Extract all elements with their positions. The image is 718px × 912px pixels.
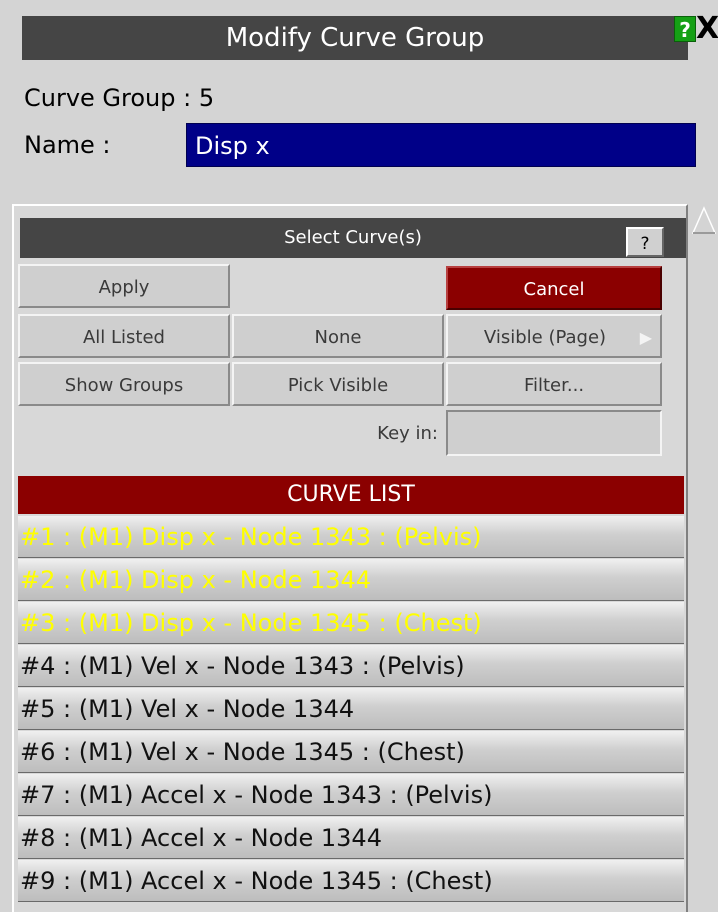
- none-button[interactable]: None: [232, 314, 444, 358]
- filter-button[interactable]: Filter...: [446, 362, 662, 406]
- name-label: Name :: [24, 131, 111, 159]
- curve-list-item[interactable]: #1 : (M1) Disp x - Node 1343 : (Pelvis): [18, 516, 684, 558]
- curve-list-item[interactable]: #7 : (M1) Accel x - Node 1343 : (Pelvis): [18, 774, 684, 816]
- window-title: Modify Curve Group: [22, 16, 688, 60]
- submenu-arrow-icon: ▶: [639, 328, 652, 347]
- visible-page-button[interactable]: Visible (Page) ▶: [446, 314, 662, 358]
- show-groups-button[interactable]: Show Groups: [18, 362, 230, 406]
- visible-page-label: Visible (Page): [483, 327, 607, 348]
- curve-group-label: Curve Group : 5: [24, 84, 215, 112]
- curve-list-item[interactable]: #2 : (M1) Disp x - Node 1344: [18, 559, 684, 601]
- curve-list-item[interactable]: #8 : (M1) Accel x - Node 1344: [18, 817, 684, 859]
- curve-list: #1 : (M1) Disp x - Node 1343 : (Pelvis) …: [18, 516, 684, 903]
- apply-button[interactable]: Apply: [18, 264, 230, 308]
- key-in-input[interactable]: [446, 410, 662, 456]
- curve-list-item[interactable]: #9 : (M1) Accel x - Node 1345 : (Chest): [18, 860, 684, 902]
- select-help-button[interactable]: ?: [626, 227, 664, 257]
- cancel-button[interactable]: Cancel: [446, 266, 662, 310]
- help-button[interactable]: ?: [674, 16, 696, 42]
- curve-list-item[interactable]: #5 : (M1) Vel x - Node 1344: [18, 688, 684, 730]
- curve-list-item[interactable]: #4 : (M1) Vel x - Node 1343 : (Pelvis): [18, 645, 684, 687]
- scroll-up-arrow-icon[interactable]: [690, 205, 718, 235]
- curve-list-item[interactable]: #6 : (M1) Vel x - Node 1345 : (Chest): [18, 731, 684, 773]
- all-listed-button[interactable]: All Listed: [18, 314, 230, 358]
- close-button[interactable]: X: [696, 14, 718, 44]
- name-input[interactable]: Disp x: [186, 123, 696, 167]
- pick-visible-button[interactable]: Pick Visible: [232, 362, 444, 406]
- curve-list-header: CURVE LIST: [18, 476, 684, 514]
- select-curves-title: Select Curve(s): [20, 218, 686, 258]
- curve-list-item[interactable]: #3 : (M1) Disp x - Node 1345 : (Chest): [18, 602, 684, 644]
- key-in-label: Key in:: [377, 423, 438, 444]
